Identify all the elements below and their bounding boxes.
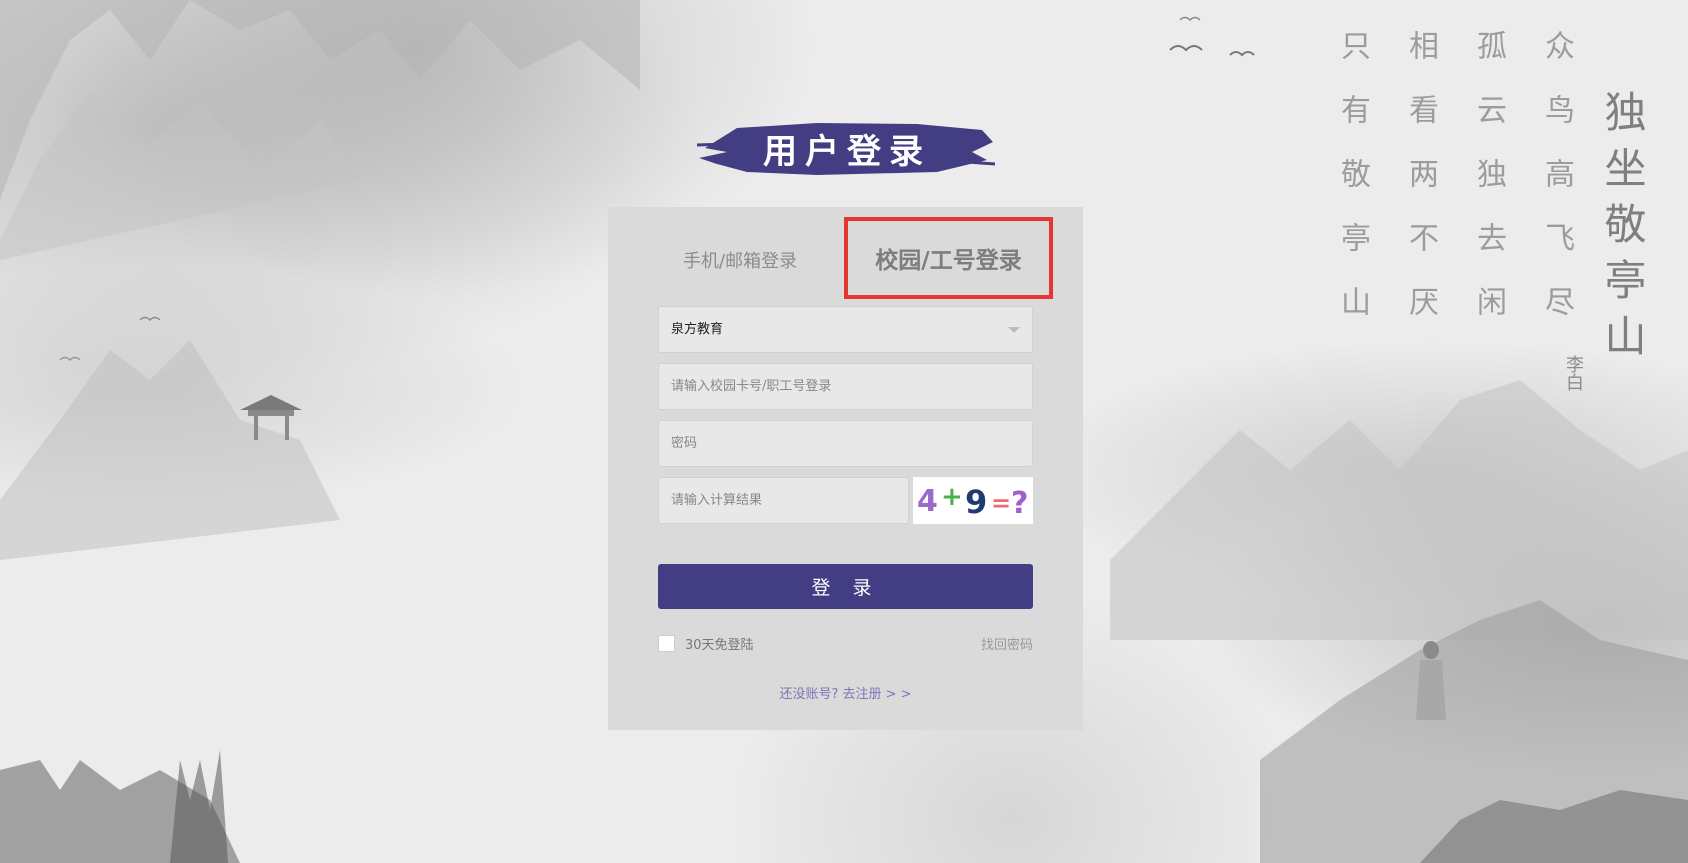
captcha-image[interactable]: 4 + 9 = ? — [913, 477, 1033, 524]
poem-columns: 众鸟高飞尽 孤云独去闲 相看两不厌 只有敬亭山 — [1330, 30, 1578, 350]
poem-title: 独坐敬亭山 — [1598, 90, 1647, 370]
remember-label: 30天免登陆 — [685, 638, 754, 653]
remember-me[interactable]: 30天免登陆 — [658, 634, 754, 653]
svg-text:=: = — [991, 489, 1011, 517]
password-input[interactable]: 密码 — [658, 420, 1033, 467]
card-number-input[interactable]: 请输入校园卡号/职工号登录 — [658, 363, 1033, 410]
captcha-placeholder: 请输入计算结果 — [671, 493, 763, 508]
register-link[interactable]: 还没账号? 去注册 > > — [608, 683, 1083, 702]
poem-author: 李白 — [1563, 355, 1584, 391]
password-placeholder: 密码 — [671, 436, 698, 451]
remember-checkbox[interactable] — [658, 635, 675, 652]
captcha-input[interactable]: 请输入计算结果 — [658, 477, 909, 524]
tab-campus-login[interactable]: 校园/工号登录 — [844, 217, 1053, 299]
poem-line: 只有敬亭山 — [1335, 30, 1370, 350]
poem-line: 孤云独去闲 — [1471, 30, 1506, 350]
poem-line: 相看两不厌 — [1403, 30, 1438, 350]
page-title: 用户登录 — [763, 131, 931, 172]
login-button[interactable]: 登 录 — [658, 564, 1033, 609]
captcha-glyphs: 4 + 9 = ? — [917, 482, 1028, 521]
tab-phone-email-login[interactable]: 手机/邮箱登录 — [683, 247, 797, 273]
svg-text:?: ? — [1011, 486, 1028, 521]
svg-text:9: 9 — [965, 483, 987, 521]
poem-line: 众鸟高飞尽 — [1539, 30, 1574, 350]
chevron-down-icon — [1008, 327, 1020, 333]
school-select-value: 泉方教育 — [671, 322, 724, 337]
login-panel: 手机/邮箱登录 校园/工号登录 泉方教育 请输入校园卡号/职工号登录 密码 请输… — [608, 207, 1083, 730]
card-number-placeholder: 请输入校园卡号/职工号登录 — [671, 379, 832, 394]
tab-campus-label: 校园/工号登录 — [875, 248, 1022, 274]
school-select[interactable]: 泉方教育 — [658, 306, 1033, 353]
forgot-password-link[interactable]: 找回密码 — [981, 634, 1033, 653]
svg-text:4: 4 — [917, 484, 938, 519]
svg-text:+: + — [941, 482, 963, 512]
